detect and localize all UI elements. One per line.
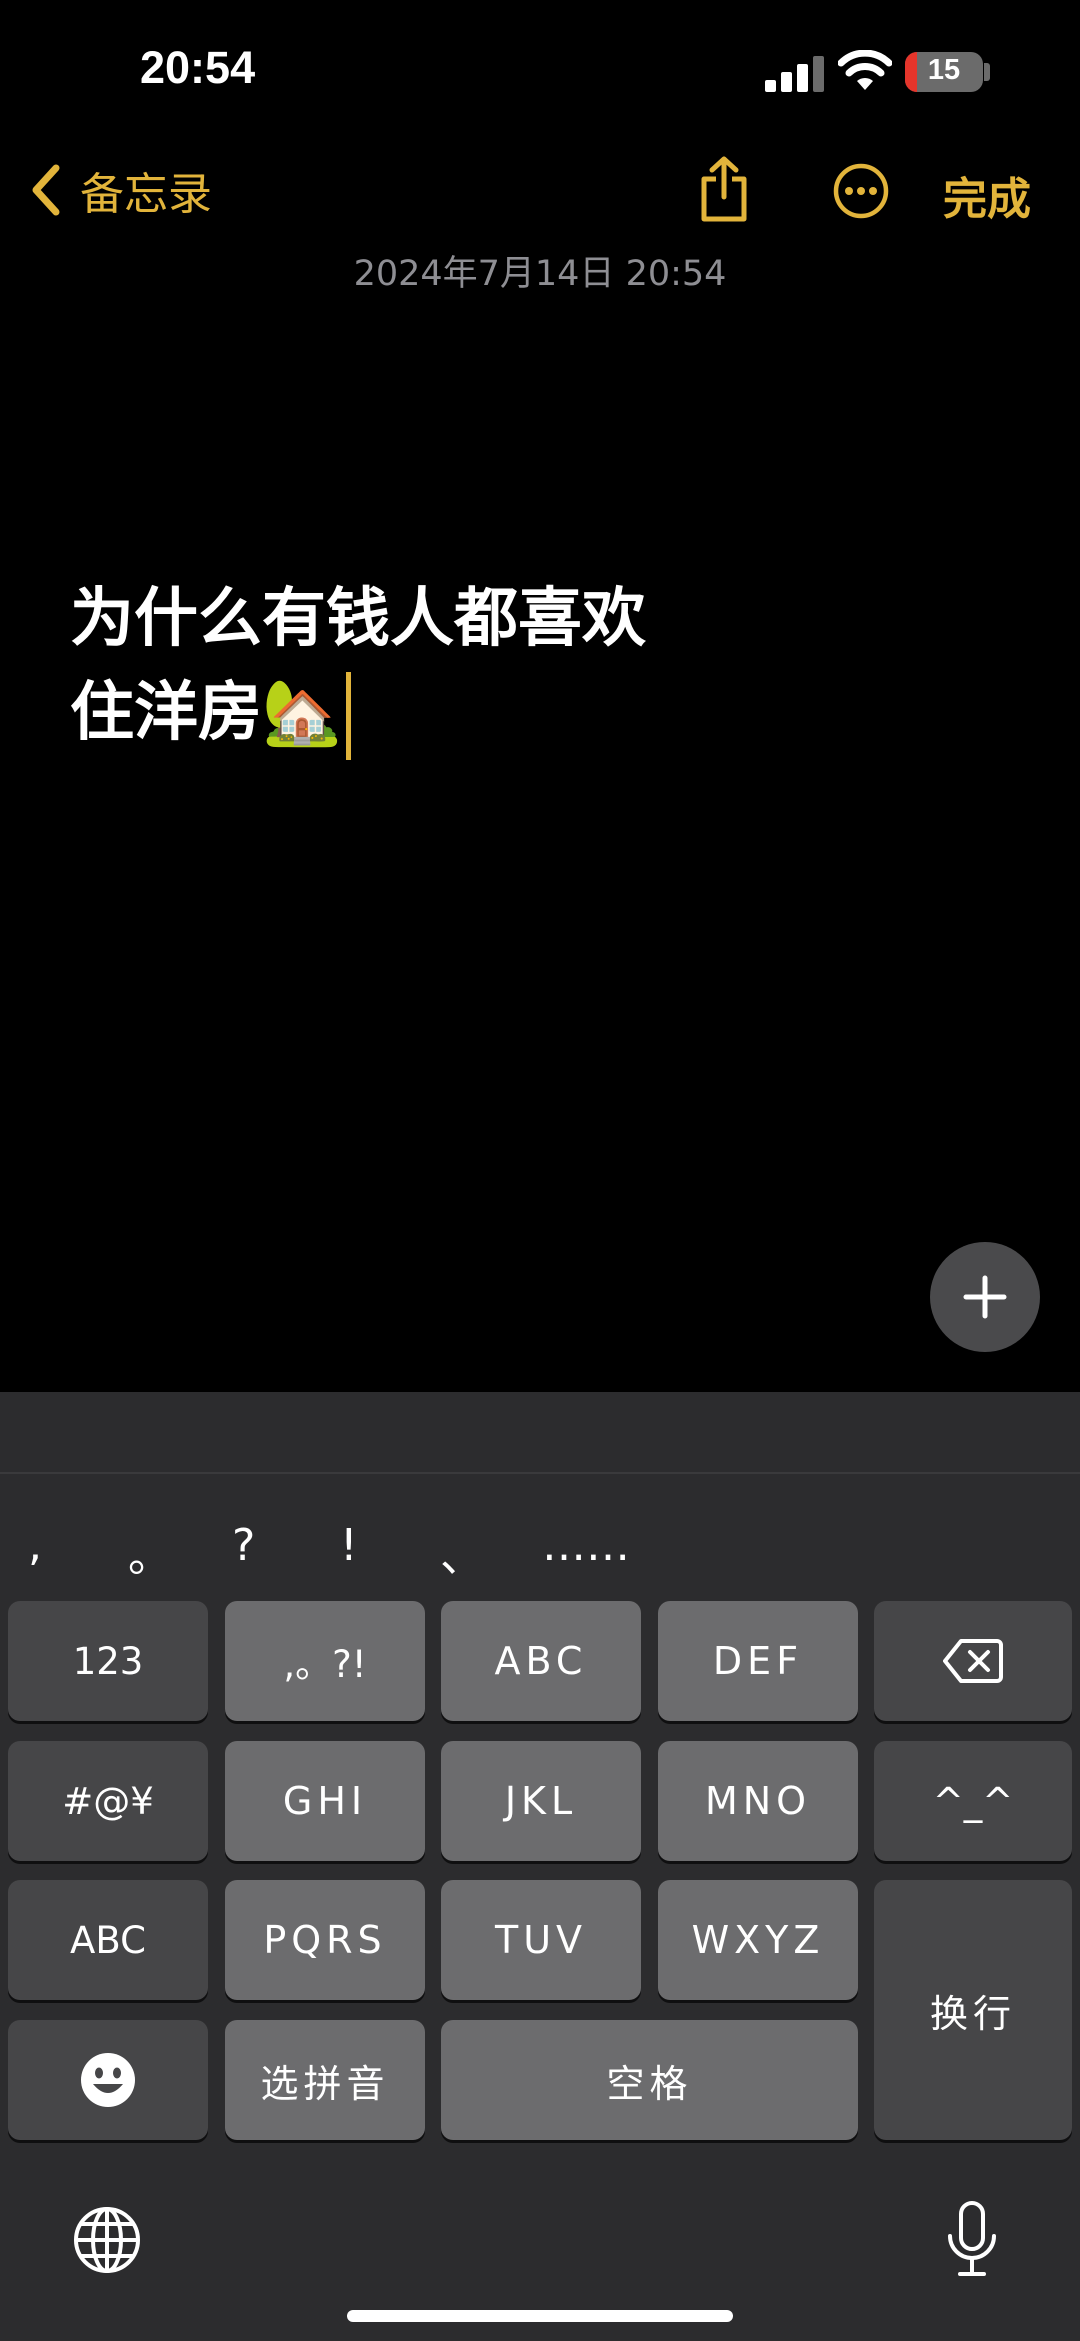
add-attachment-button[interactable] [930, 1242, 1040, 1352]
share-icon[interactable] [696, 155, 752, 225]
globe-icon[interactable] [72, 2205, 142, 2275]
key-emoticon-label: ^_^ [932, 1779, 1014, 1823]
back-button[interactable]: 备忘录 [30, 160, 212, 220]
key-tuv[interactable]: TUV [441, 1880, 641, 2000]
key-abc-label: ABC [494, 1639, 588, 1683]
candidate-enumeration-comma[interactable]: 、 [440, 1520, 484, 1584]
backspace-icon [943, 1639, 1003, 1683]
keyboard-divider [0, 1472, 1080, 1474]
note-date: 2024年7月14日 20:54 [353, 254, 727, 294]
return-key-label: 换行 [929, 1991, 1016, 2036]
candidate-question[interactable]: ? [232, 1520, 255, 1571]
status-time: 20:54 [140, 42, 256, 93]
battery-indicator: 15 [905, 52, 983, 92]
space-key-label: 空格 [606, 2061, 693, 2106]
more-icon[interactable] [833, 163, 889, 219]
key-pqrs[interactable]: PQRS [225, 1880, 425, 2000]
candidate-exclaim[interactable]: ! [340, 1520, 358, 1571]
cellular-signal-icon [765, 56, 824, 92]
battery-tip [984, 63, 990, 81]
key-mno-label: MNO [704, 1779, 812, 1823]
back-label: 备忘录 [80, 169, 212, 220]
home-indicator[interactable] [347, 2310, 733, 2322]
note-line-2-text: 住洋房 [70, 676, 262, 750]
key-jkl[interactable]: JKL [441, 1741, 641, 1861]
key-abc-switch[interactable]: ABC [8, 1880, 208, 2000]
battery-level: 15 [927, 54, 961, 86]
key-def-label: DEF [712, 1639, 804, 1683]
key-emoticon[interactable]: ^_^ [874, 1741, 1072, 1861]
key-wxyz[interactable]: WXYZ [658, 1880, 858, 2000]
chevron-left-icon [32, 164, 60, 216]
candidate-ellipsis[interactable]: …… [542, 1520, 630, 1571]
candidate-period[interactable]: 。 [128, 1520, 172, 1584]
done-button[interactable]: 完成 [943, 163, 1031, 227]
key-symbols[interactable]: #@¥ [8, 1741, 208, 1861]
key-select-pinyin-label: 选拼音 [260, 2061, 390, 2106]
key-ghi[interactable]: GHI [225, 1741, 425, 1861]
key-punctuation-label: ,。?! [283, 1643, 367, 1686]
backspace-key[interactable] [874, 1601, 1072, 1721]
key-wxyz-label: WXYZ [691, 1918, 825, 1962]
text-cursor [345, 672, 351, 761]
emoji-icon [81, 2053, 135, 2107]
note-body[interactable]: 为什么有钱人都喜欢 住洋房🏡 [70, 572, 970, 761]
key-abc-switch-label: ABC [70, 1918, 146, 1962]
candidate-comma[interactable]: , [28, 1520, 42, 1571]
key-jkl-label: JKL [504, 1779, 578, 1823]
microphone-icon[interactable] [944, 2200, 1000, 2280]
note-line-2: 住洋房🏡 [70, 666, 970, 761]
key-mno[interactable]: MNO [658, 1741, 858, 1861]
space-key[interactable]: 空格 [441, 2020, 858, 2140]
key-123-label: 123 [72, 1639, 144, 1683]
emoji-key[interactable] [8, 2020, 208, 2140]
key-symbols-label: #@¥ [62, 1779, 154, 1823]
key-ghi-label: GHI [282, 1779, 368, 1823]
plus-icon [963, 1275, 1007, 1319]
wifi-icon [838, 50, 892, 90]
note-line-1: 为什么有钱人都喜欢 [70, 582, 646, 656]
house-emoji: 🏡 [262, 676, 342, 750]
return-key[interactable]: 换行 [874, 1880, 1072, 2140]
key-select-pinyin[interactable]: 选拼音 [225, 2020, 425, 2140]
key-punctuation[interactable]: ,。?! [225, 1601, 425, 1721]
key-def[interactable]: DEF [658, 1601, 858, 1721]
key-tuv-label: TUV [494, 1918, 588, 1962]
key-pqrs-label: PQRS [263, 1918, 387, 1962]
key-123[interactable]: 123 [8, 1601, 208, 1721]
key-abc[interactable]: ABC [441, 1601, 641, 1721]
